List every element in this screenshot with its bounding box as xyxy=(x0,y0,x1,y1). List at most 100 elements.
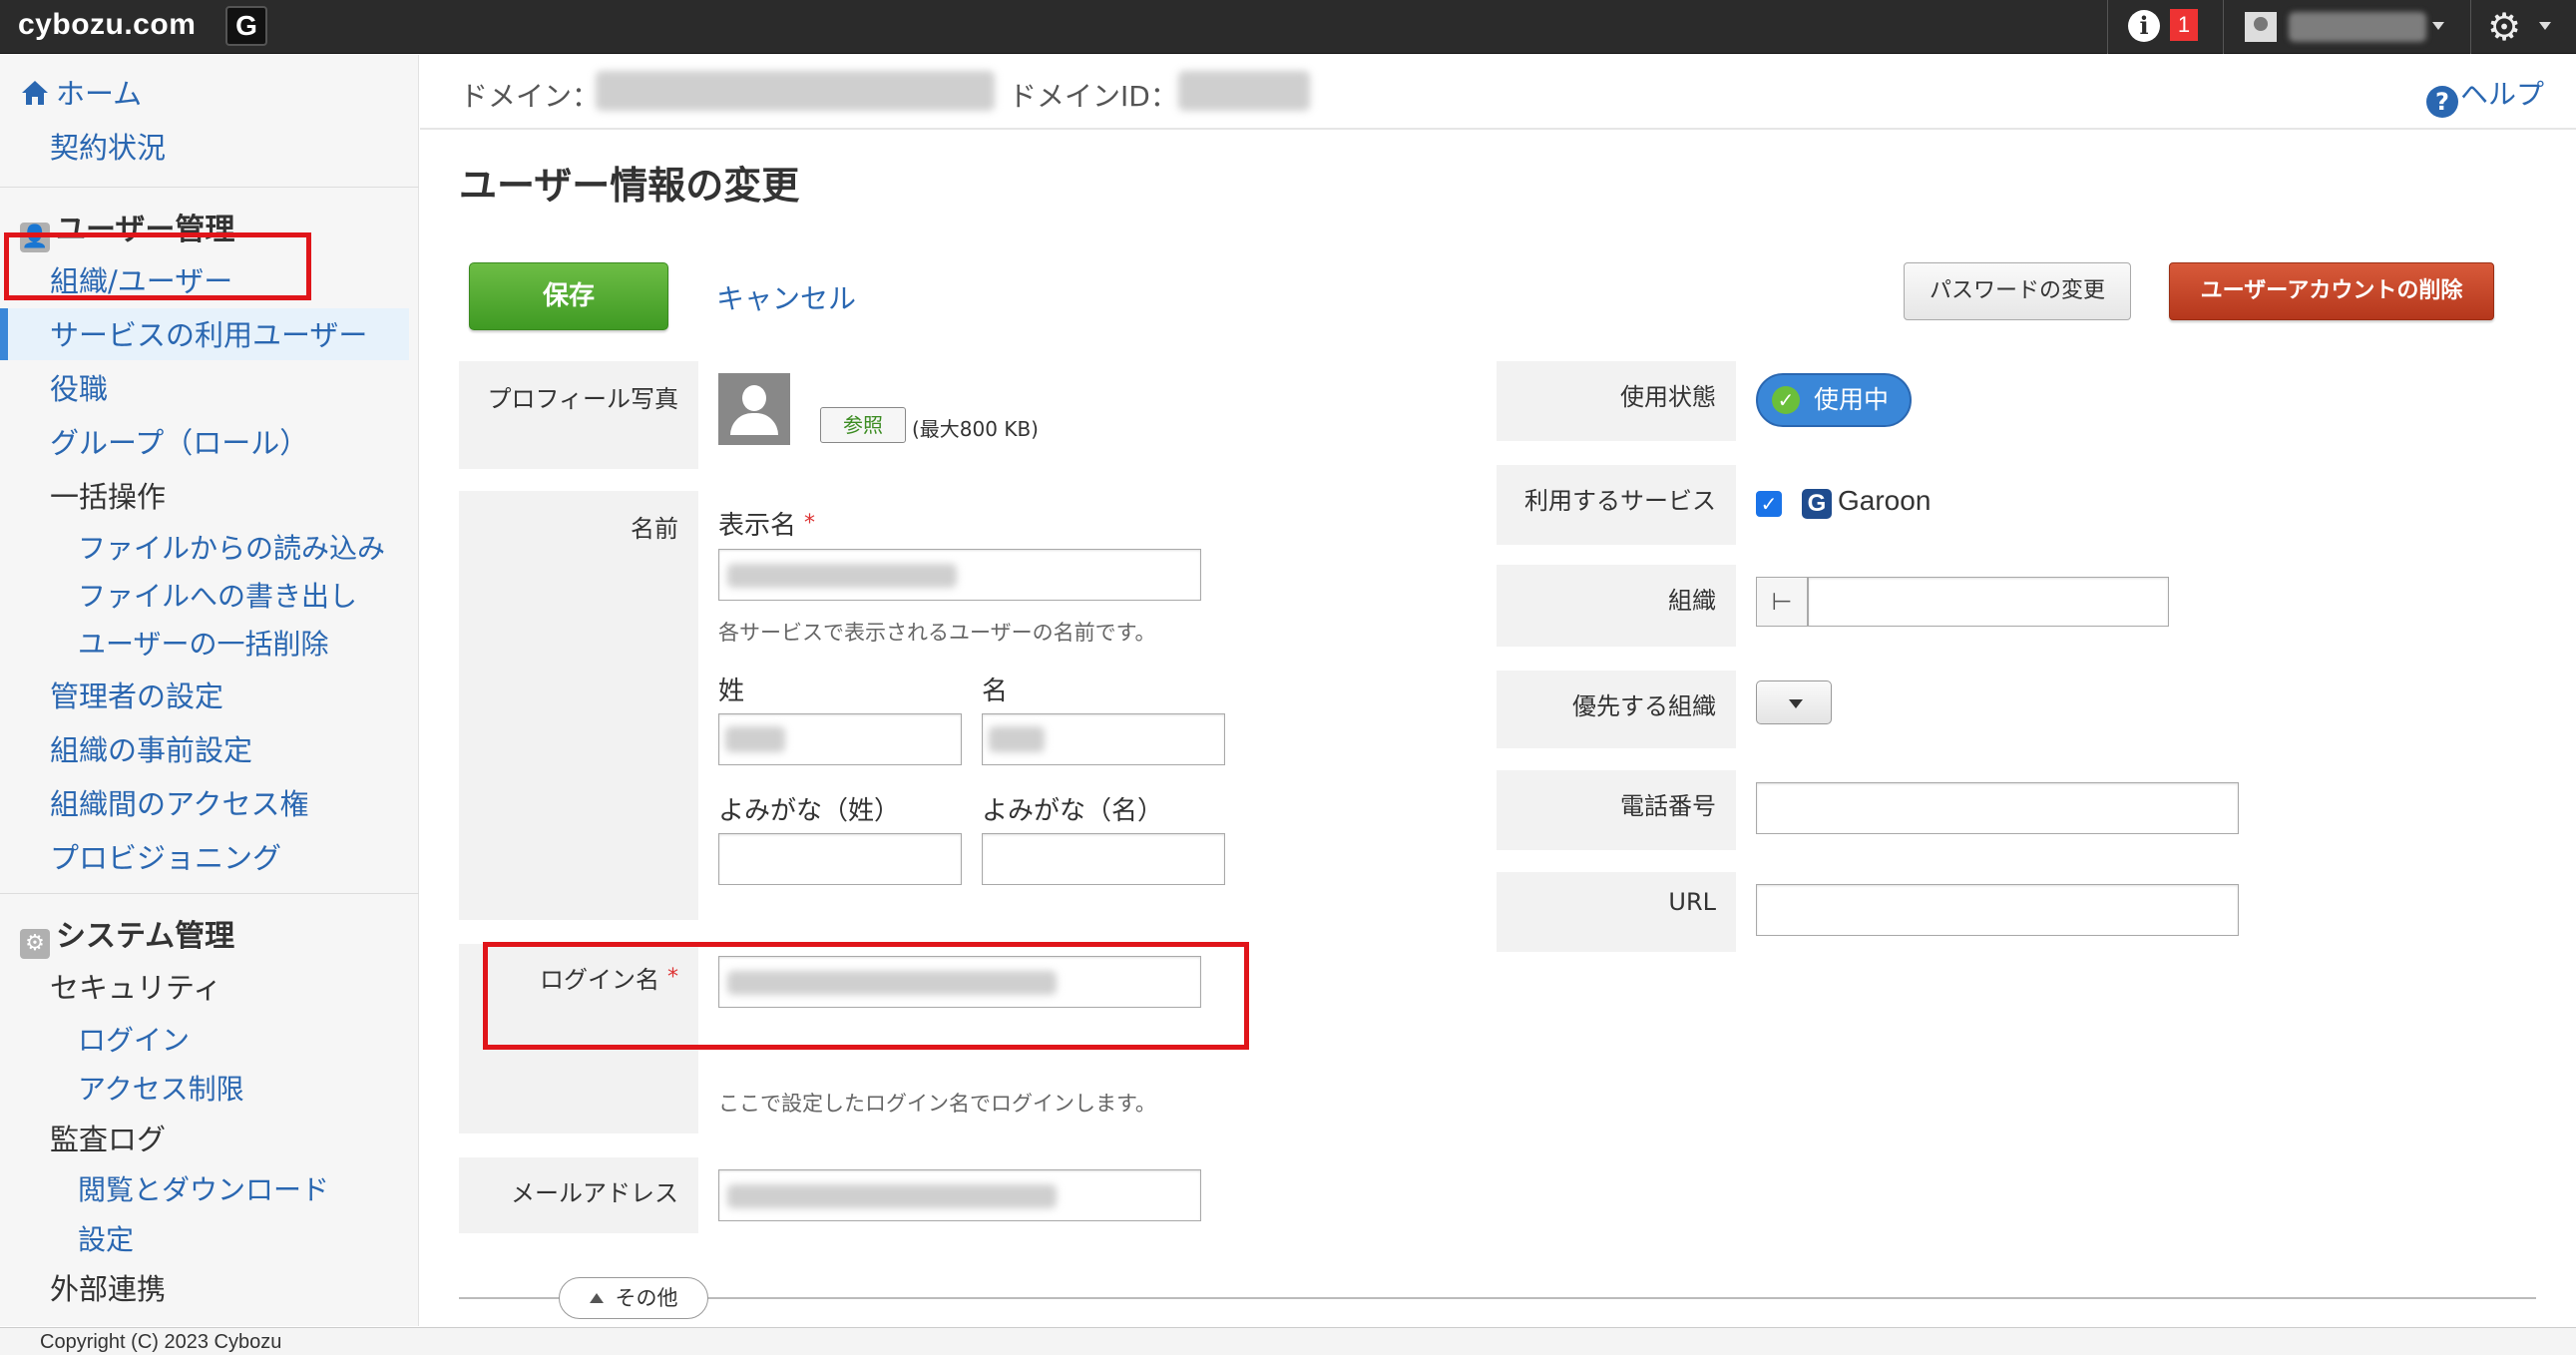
domain-value-redacted xyxy=(596,71,995,111)
info-icon[interactable]: i xyxy=(2128,10,2160,42)
domain-bar: ドメイン： ドメインID： ? ヘルプ xyxy=(420,55,2576,130)
phone-label: 電話番号 xyxy=(1497,770,1736,850)
required-mark: * xyxy=(804,511,816,536)
cybozu-logo[interactable]: cybozu.com xyxy=(18,8,196,42)
sidebar-item-bulk-ops: 一括操作 xyxy=(50,480,167,514)
sidebar-item-audit-log: 監査ログ xyxy=(50,1123,167,1156)
last-name-input[interactable] xyxy=(718,713,962,765)
sidebar-item-bulk-delete[interactable]: ユーザーの一括削除 xyxy=(78,623,328,663)
highlight-box-org-users xyxy=(4,232,311,300)
last-name-label: 姓 xyxy=(718,677,745,706)
delete-account-button[interactable]: ユーザーアカウントの削除 xyxy=(2169,262,2494,320)
email-input[interactable] xyxy=(718,1169,1201,1221)
profile-photo xyxy=(718,373,790,445)
other-toggle-button[interactable]: その他 xyxy=(559,1277,708,1319)
top-bar: cybozu.com G i 1 ⚙ xyxy=(0,0,2576,54)
cancel-link[interactable]: キャンセル xyxy=(716,277,856,317)
url-input[interactable] xyxy=(1756,884,2239,936)
section-divider xyxy=(459,1297,2536,1299)
first-name-input[interactable] xyxy=(982,713,1225,765)
domain-label: ドメイン： xyxy=(460,80,601,113)
sidebar-item-access-restriction[interactable]: アクセス制限 xyxy=(78,1068,244,1108)
chevron-down-icon[interactable] xyxy=(2432,22,2444,30)
email-label: メールアドレス xyxy=(459,1157,698,1233)
last-kana-input[interactable] xyxy=(718,833,962,885)
sidebar-item-home[interactable]: ホーム xyxy=(20,71,142,113)
sidebar-item-login[interactable]: ログイン xyxy=(78,1019,190,1059)
sidebar-item-org-preset[interactable]: 組織の事前設定 xyxy=(50,727,252,769)
services-label: 利用するサービス xyxy=(1497,465,1736,545)
sidebar-item-import[interactable]: ファイルからの読み込み xyxy=(78,527,385,567)
sidebar-item-inter-org-access[interactable]: 組織間のアクセス権 xyxy=(50,781,309,823)
org-label: 組織 xyxy=(1497,565,1736,647)
display-name-redacted xyxy=(727,564,957,588)
chevron-down-icon[interactable] xyxy=(2539,22,2551,30)
divider xyxy=(0,893,419,894)
priority-org-dropdown[interactable] xyxy=(1756,680,1832,724)
home-icon xyxy=(22,81,48,105)
phone-input[interactable] xyxy=(1756,782,2239,834)
other-toggle-label: その他 xyxy=(615,1286,678,1310)
sidebar-item-contract[interactable]: 契約状況 xyxy=(50,125,166,167)
sidebar-section-system: ⚙ システム管理 xyxy=(20,911,234,959)
org-tree-icon[interactable]: ⊢ xyxy=(1756,577,1808,627)
url-label: URL xyxy=(1497,872,1736,952)
sidebar-item-audit-settings[interactable]: 設定 xyxy=(78,1218,134,1258)
domain-id-redacted xyxy=(1178,71,1310,111)
domain-id-label: ドメインID： xyxy=(1009,80,1178,113)
divider xyxy=(2107,0,2108,54)
sidebar-item-roles[interactable]: 役職 xyxy=(50,366,108,408)
check-circle-icon: ✓ xyxy=(1772,386,1800,414)
sidebar-item-label: ホーム xyxy=(56,77,143,111)
gear-icon[interactable]: ⚙ xyxy=(2487,5,2521,49)
email-redacted xyxy=(727,1184,1057,1208)
change-password-button[interactable]: パスワードの変更 xyxy=(1904,262,2131,320)
section-label: システム管理 xyxy=(56,919,235,954)
avatar-icon[interactable] xyxy=(2245,12,2277,42)
login-name-hint: ここで設定したログイン名でログインします。 xyxy=(718,1092,1156,1116)
first-name-label: 名 xyxy=(982,677,1009,706)
garoon-logo-icon: G xyxy=(1802,489,1832,519)
save-button[interactable]: 保存 xyxy=(469,262,668,330)
sidebar-item-groups[interactable]: グループ（ロール） xyxy=(50,420,308,462)
last-name-redacted xyxy=(725,726,785,752)
user-name-redacted[interactable] xyxy=(2289,12,2426,42)
first-kana-label: よみがな（名） xyxy=(982,796,1164,826)
last-kana-label: よみがな（姓） xyxy=(718,796,901,826)
sidebar-item-export[interactable]: ファイルへの書き出し xyxy=(78,575,357,615)
help-icon: ? xyxy=(2426,86,2458,118)
footer: Copyright (C) 2023 Cybozu xyxy=(0,1327,2576,1355)
page-title: ユーザー情報の変更 xyxy=(459,164,800,208)
notification-badge[interactable]: 1 xyxy=(2170,9,2198,41)
display-name-input[interactable] xyxy=(718,549,1201,601)
sidebar-item-security: セキュリティ xyxy=(50,971,222,1005)
sidebar-item-view-download[interactable]: 閲覧とダウンロード xyxy=(78,1168,329,1208)
divider xyxy=(2223,0,2224,54)
sidebar-item-external-integration: 外部連携 xyxy=(50,1272,167,1306)
first-name-redacted xyxy=(989,726,1045,752)
first-kana-input[interactable] xyxy=(982,833,1225,885)
priority-org-label: 優先する組織 xyxy=(1497,671,1736,748)
display-name-label-text: 表示名 xyxy=(718,511,797,541)
service-checkbox[interactable]: ✓ xyxy=(1756,491,1782,517)
service-name: Garoon xyxy=(1838,485,1932,516)
org-input[interactable] xyxy=(1808,577,2169,627)
help-label: ヘルプ xyxy=(2460,78,2545,111)
name-label: 名前 xyxy=(459,491,698,920)
garoon-app-button[interactable]: G xyxy=(225,6,267,46)
help-link[interactable]: ? ヘルプ xyxy=(2426,73,2544,118)
display-name-label: 表示名 * xyxy=(718,505,815,542)
browse-button[interactable]: 参照 xyxy=(820,407,906,443)
sidebar-item-admin-settings[interactable]: 管理者の設定 xyxy=(50,674,223,715)
sidebar-item-provisioning[interactable]: プロビジョニング xyxy=(50,835,281,877)
status-toggle[interactable]: ✓ 使用中 xyxy=(1756,373,1912,427)
status-value: 使用中 xyxy=(1814,385,1890,414)
display-name-hint: 各サービスで表示されるユーザーの名前です。 xyxy=(718,621,1156,645)
chevron-up-icon xyxy=(589,1293,604,1303)
status-label: 使用状態 xyxy=(1497,361,1736,441)
gear-icon: ⚙ xyxy=(20,929,50,959)
profile-photo-label: プロフィール写真 xyxy=(459,361,698,469)
sidebar-item-service-users[interactable]: サービスの利用ユーザー xyxy=(50,312,367,354)
divider xyxy=(0,187,419,188)
divider xyxy=(2470,0,2471,54)
